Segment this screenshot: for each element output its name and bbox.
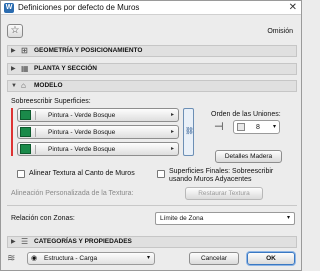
custom-align-label: Alineación Personalizada de la Textura: <box>11 190 134 197</box>
chevron-right-icon: ▸ <box>170 112 174 118</box>
layers-icon: ≋ <box>7 253 16 264</box>
chevron-right-icon: ▶ <box>11 48 16 54</box>
surface-name: Pintura - Verde Bosque <box>48 146 116 153</box>
override-indicator <box>11 108 13 156</box>
material-swatch <box>20 127 31 137</box>
chevron-right-icon: ▸ <box>170 146 174 152</box>
model-icon: ⌂ <box>21 81 26 90</box>
join-priority-swatch <box>237 123 245 131</box>
section-geometry-label: GEOMETRÍA Y POSICIONAMIENTO <box>34 47 143 54</box>
override-surfaces-label: Sobreescribir Superficies: <box>11 98 91 105</box>
wall-join-icon: ⊣ <box>214 121 224 133</box>
chevron-right-icon: ▸ <box>170 129 174 135</box>
floorplan-icon: ▦ <box>21 64 29 73</box>
section-floorplan-label: PLANTA Y SECCIÓN <box>34 65 97 72</box>
chevron-right-icon: ▶ <box>11 66 16 72</box>
surface-name: Pintura - Verde Bosque <box>48 129 116 136</box>
omission-label: Omisión <box>267 28 293 35</box>
ok-button[interactable]: OK <box>247 252 295 265</box>
join-order-field[interactable]: 8 ▾ <box>233 120 280 134</box>
surface-select-3[interactable]: Pintura - Verde Bosque ▸ <box>17 142 179 156</box>
surface-name: Pintura - Verde Bosque <box>48 112 116 119</box>
join-order-label: Orden de las Uniones: <box>211 111 281 118</box>
final-surfaces-checkbox[interactable] <box>157 170 165 178</box>
star-icon: ☆ <box>10 25 20 36</box>
section-floorplan[interactable]: ▶ ▦ PLANTA Y SECCIÓN <box>7 63 297 75</box>
divider <box>7 205 297 206</box>
title-bar: W Definiciones por defecto de Muros ✕ <box>1 1 301 15</box>
layer-select[interactable]: ◉ Estructura - Carga ▾ <box>27 252 155 265</box>
wood-details-button[interactable]: Detalles Madera <box>215 150 282 163</box>
chevron-down-icon: ▼ <box>11 83 17 89</box>
section-geometry[interactable]: ▶ ⊞ GEOMETRÍA Y POSICIONAMIENTO <box>7 45 297 57</box>
chevron-down-icon: ▾ <box>146 255 150 261</box>
chevron-down-icon: ▾ <box>286 215 290 221</box>
align-texture-label: Alinear Textura al Canto de Muros <box>29 170 135 177</box>
dialog-window: W Definiciones por defecto de Muros ✕ ☆ … <box>0 0 302 271</box>
cancel-button[interactable]: Cancelar <box>189 252 239 265</box>
link-surfaces-button[interactable]: ⛓ <box>183 108 194 156</box>
chevron-right-icon: ▶ <box>11 239 16 245</box>
material-swatch <box>20 144 31 154</box>
zone-relation-label: Relación con Zonas: <box>11 215 75 222</box>
join-order-value: 8 <box>256 124 260 131</box>
surface-select-1[interactable]: Pintura - Verde Bosque ▸ <box>17 108 179 122</box>
layer-value: Estructura - Carga <box>44 255 98 262</box>
favorites-button[interactable]: ☆ <box>7 24 23 38</box>
geometry-icon: ⊞ <box>21 46 28 55</box>
app-icon: W <box>4 3 14 13</box>
section-categories[interactable]: ▶ ☰ CATEGORÍAS Y PROPIEDADES <box>7 236 297 248</box>
eye-icon: ◉ <box>31 255 38 262</box>
window-title: Definiciones por defecto de Muros <box>18 3 140 12</box>
categories-icon: ☰ <box>21 237 29 246</box>
material-swatch <box>20 110 31 120</box>
chevron-down-icon: ▾ <box>272 124 276 130</box>
section-categories-label: CATEGORÍAS Y PROPIEDADES <box>34 238 132 245</box>
model-panel: Sobreescribir Superficies: Pintura - Ver… <box>7 93 297 233</box>
zone-relation-value: Límite de Zona <box>160 215 204 222</box>
close-icon[interactable]: ✕ <box>289 2 297 14</box>
section-model[interactable]: ▼ ⌂ MODELO <box>7 80 297 92</box>
align-texture-checkbox[interactable] <box>17 170 25 178</box>
reset-texture-button[interactable]: Restaurar Textura <box>185 187 263 200</box>
chain-link-icon: ⛓ <box>185 128 194 135</box>
section-model-label: MODELO <box>34 82 63 89</box>
final-surfaces-label-2: usando Muros Adyacentes <box>169 176 252 183</box>
surface-select-2[interactable]: Pintura - Verde Bosque ▸ <box>17 125 179 139</box>
zone-relation-select[interactable]: Límite de Zona ▾ <box>155 212 295 225</box>
